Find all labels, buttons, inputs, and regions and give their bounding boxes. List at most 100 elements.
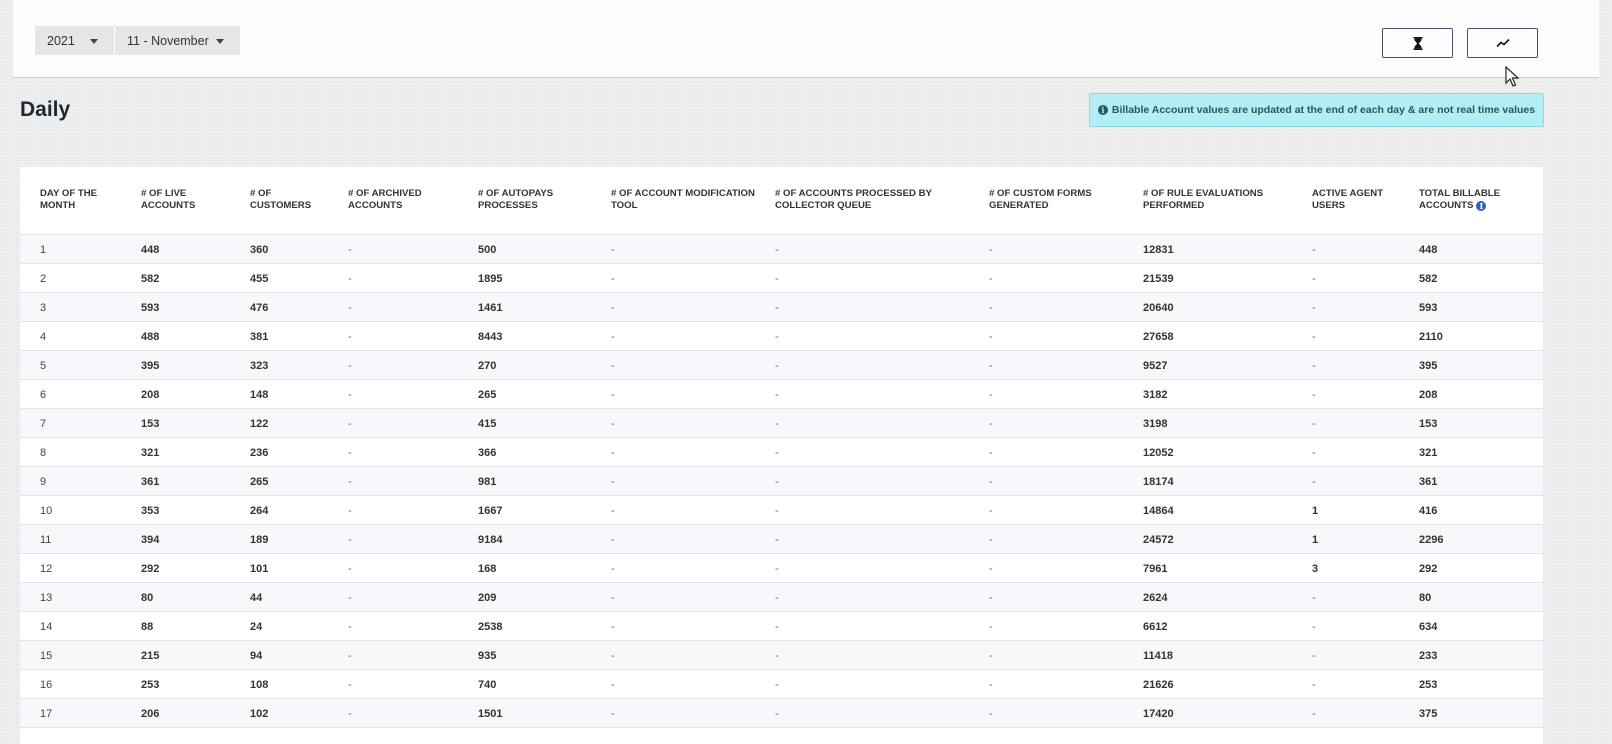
table-cell: - — [989, 302, 993, 314]
table-cell: 935 — [478, 650, 497, 662]
table-cell: 153 — [141, 418, 160, 430]
table-cell: - — [1312, 679, 1316, 691]
table-cell: 13 — [40, 592, 53, 604]
table-cell: 381 — [250, 331, 269, 343]
table-cell: 582 — [1419, 273, 1438, 285]
table-cell: - — [348, 563, 352, 575]
table-cell: 634 — [1419, 621, 1438, 633]
year-select[interactable]: 2021 — [35, 26, 114, 55]
table-cell: 395 — [1419, 360, 1438, 372]
table-row: 9 361 265 - 981 - - - 18174 - 361 — [20, 467, 1543, 496]
table-cell: 5 — [40, 360, 47, 372]
table-cell: - — [611, 563, 615, 575]
table-cell: 12 — [40, 563, 53, 575]
filter-bar: 2021 11 - November — [13, 0, 1599, 78]
trend-button[interactable] — [1467, 28, 1538, 58]
table-row: 15 215 94 - 935 - - - 11418 - 233 — [20, 641, 1543, 670]
table-cell: 8443 — [478, 331, 503, 343]
month-select-value: 11 - November — [127, 33, 209, 48]
table-cell: 189 — [250, 534, 269, 546]
table-cell: - — [611, 534, 615, 546]
table-cell: 108 — [250, 679, 269, 691]
table-cell: - — [775, 505, 779, 517]
table-cell: 264 — [250, 505, 269, 517]
table-cell: - — [611, 302, 615, 314]
table-cell: - — [775, 360, 779, 372]
table-cell: - — [348, 679, 352, 691]
table-cell: - — [611, 592, 615, 604]
table-cell: 11418 — [1143, 650, 1173, 662]
table-cell: - — [611, 476, 615, 488]
table-cell: - — [775, 302, 779, 314]
table-cell: - — [775, 331, 779, 343]
table-cell: - — [989, 447, 993, 459]
table-cell: - — [348, 331, 352, 343]
table-cell: 2624 — [1143, 592, 1168, 604]
page-title: Daily — [20, 98, 71, 121]
table-row: 5 395 323 - 270 - - - 9527 - 395 — [20, 351, 1543, 380]
table-cell: 265 — [250, 476, 269, 488]
table-cell: 740 — [478, 679, 497, 691]
table-cell: 208 — [1419, 389, 1438, 401]
col-header-text: # OF ARCHIVED ACCOUNTS — [348, 188, 422, 211]
table-cell: - — [348, 650, 352, 662]
table-cell: 21539 — [1143, 273, 1174, 285]
info-circle-icon[interactable]: i — [1476, 201, 1487, 211]
table-cell: - — [611, 679, 615, 691]
col-header-total-billable: TOTAL BILLABLE ACCOUNTS i — [1419, 188, 1519, 212]
table-cell: - — [348, 534, 352, 546]
table-cell: - — [611, 650, 615, 662]
table-cell: - — [1312, 244, 1316, 256]
table-cell: 80 — [1419, 592, 1432, 604]
table-cell: 361 — [141, 476, 160, 488]
table-cell: - — [611, 244, 615, 256]
col-header-text: # OF ACCOUNTS PROCESSED BY COLLECTOR QUE… — [775, 188, 932, 211]
table-cell: 1 — [1312, 505, 1319, 517]
table-row: 12 292 101 - 168 - - - 7961 3 292 — [20, 554, 1543, 583]
table-cell: 17 — [40, 708, 53, 720]
table-cell: - — [1312, 389, 1316, 401]
table-cell: - — [775, 418, 779, 430]
table-cell: - — [611, 505, 615, 517]
hourglass-icon — [1413, 36, 1422, 50]
table-row: 8 321 236 - 366 - - - 12052 - 321 — [20, 438, 1543, 467]
col-header-text: # OF RULE EVALUATIONS PERFORMED — [1143, 188, 1264, 211]
table-cell: 448 — [141, 244, 160, 256]
table-cell: - — [775, 273, 779, 285]
table-cell: 360 — [250, 244, 269, 256]
table-cell: - — [348, 505, 352, 517]
table-cell: - — [611, 360, 615, 372]
table-cell: 9527 — [1143, 360, 1168, 372]
table-header: DAY OF THE MONTH # OF LIVE ACCOUNTS # OF… — [20, 167, 1543, 235]
table-body: 1 448 360-500- - -12831-448 2 582 455-1895- - -21… — [20, 235, 1543, 728]
table-cell: 6612 — [1143, 621, 1168, 633]
table-cell: 6 — [40, 389, 47, 401]
table-cell: - — [611, 389, 615, 401]
table-row: 11 394 189 - 9184 - - - 24572 1 2296 — [20, 525, 1543, 554]
table-cell: 476 — [250, 302, 269, 314]
table-cell: 593 — [1419, 302, 1438, 314]
col-header-modification-tool: # OF ACCOUNT MODIFICATION TOOL — [611, 188, 756, 212]
table-cell: 253 — [1419, 679, 1438, 691]
table-cell: - — [989, 360, 993, 372]
table-cell: 88 — [141, 621, 154, 633]
history-button[interactable] — [1382, 28, 1453, 58]
col-header-agent-users: ACTIVE AGENT USERS — [1312, 188, 1402, 212]
table-cell: 1895 — [478, 273, 503, 285]
table-cell: 11 — [40, 534, 52, 546]
table-cell: 415 — [478, 418, 497, 430]
col-header-day: DAY OF THE MONTH — [40, 188, 120, 212]
col-header-collector-queue: # OF ACCOUNTS PROCESSED BY COLLECTOR QUE… — [775, 188, 935, 212]
table-cell: 2 — [40, 273, 47, 285]
table-cell: - — [1312, 650, 1316, 662]
table-cell: - — [1312, 302, 1316, 314]
month-select[interactable]: 11 - November — [115, 26, 240, 55]
table-cell: - — [775, 534, 779, 546]
table-cell: - — [1312, 273, 1316, 285]
table-cell: 9184 — [478, 534, 503, 546]
table-cell: 448 — [1419, 244, 1438, 256]
table-cell: - — [989, 679, 993, 691]
table-cell: 12831 — [1143, 244, 1174, 256]
table-cell: - — [989, 331, 993, 343]
table-cell: - — [775, 563, 779, 575]
